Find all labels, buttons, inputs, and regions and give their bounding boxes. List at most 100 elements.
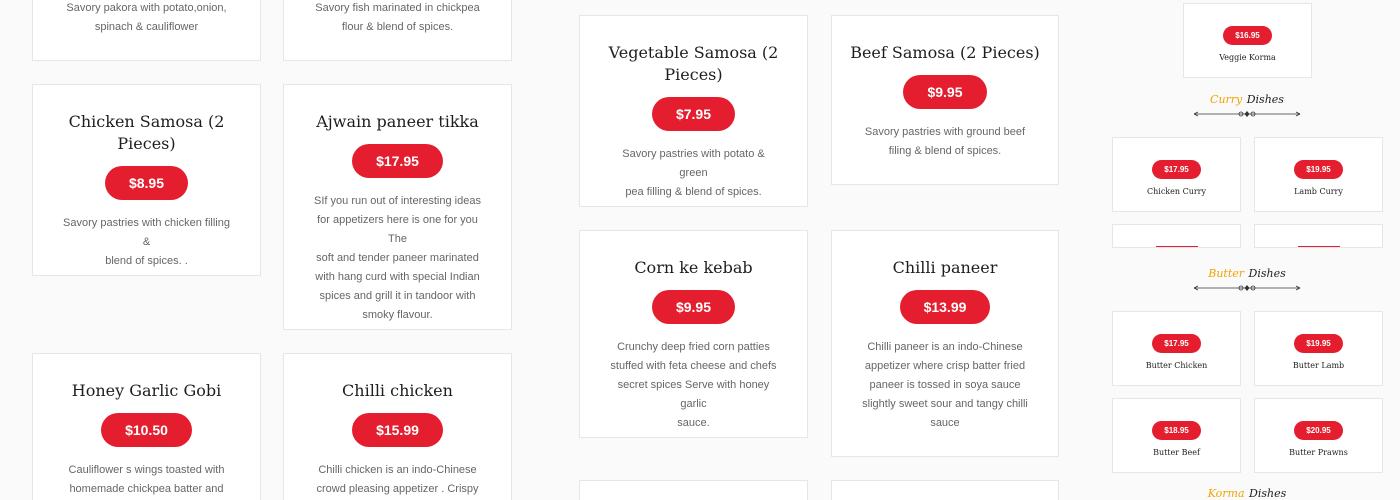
heading-word: Dishes (1249, 487, 1287, 500)
price-button[interactable]: $13.99 (899, 290, 991, 324)
item-title: Chilli chicken (284, 380, 511, 402)
title-line: Chicken Samosa (2 (68, 112, 225, 131)
item-name: Lamb Curry (1294, 187, 1343, 196)
item-title: Corn ke kebab (580, 257, 807, 279)
price-button[interactable]: $17.95 (1152, 334, 1201, 353)
menu-tile-chicken-curry: $17.95 Chicken Curry (1112, 137, 1241, 212)
menu-tile-butter-lamb: $19.95 Butter Lamb (1254, 311, 1383, 386)
item-description: Savory pastries with potato & green pea … (580, 145, 807, 202)
item-description: Savory fish marinated in chickpea flour … (284, 0, 511, 37)
desc-line: SIf you run out of interesting ideas (314, 195, 481, 207)
price-button[interactable]: $10.50 (101, 413, 192, 447)
title-line: Pieces) (117, 134, 176, 153)
desc-line: spinach & cauliflower (94, 21, 199, 33)
desc-line: Cauliflower s wings toasted with (68, 464, 225, 476)
menu-tile-butter-chicken: $17.95 Butter Chicken (1112, 311, 1241, 386)
item-title: Chilli paneer (832, 257, 1058, 279)
price-button[interactable]: $7.95 (651, 97, 736, 131)
price-button[interactable]: $18.95 (1152, 421, 1201, 440)
title-line: Chilli paneer (892, 258, 998, 277)
price-button[interactable]: $20.95 (1294, 421, 1343, 440)
menu-tile-butter-beef: $18.95 Butter Beef (1112, 398, 1241, 473)
item-description: Cauliflower s wings toasted with homemad… (33, 461, 260, 499)
item-description: SIf you run out of interesting ideas for… (284, 192, 511, 325)
title-line: Pieces) (664, 65, 723, 84)
section-heading-curry-dishes: Curry Dishes (1112, 90, 1382, 108)
desc-line: Savory pastries with potato & green (622, 148, 765, 179)
desc-line: homemade chickpea batter and (69, 483, 224, 495)
item-name: Butter Beef (1153, 448, 1200, 457)
desc-line: sauce. (677, 417, 710, 429)
item-description: Savory pastries with ground beef filing … (832, 123, 1058, 161)
desc-line: Savory pastries with chicken filling & (63, 217, 230, 248)
item-title: Chicken Samosa (2 Pieces) (33, 111, 260, 155)
desc-line: Chilli paneer is an indo-Chinese (867, 341, 1023, 353)
desc-line: blend of spices. . (105, 255, 188, 267)
menu-card-veg-pakora: Savory pakora with potato,onion, spinach… (32, 0, 261, 61)
menu-card-fish-pakora: Savory fish marinated in chickpea flour … (283, 0, 512, 61)
item-name: Butter Prawns (1289, 448, 1348, 457)
heading-word: Dishes (1246, 93, 1284, 106)
desc-line: flour & blend of spices. (341, 21, 454, 33)
price-button[interactable]: $17.95 (352, 144, 443, 178)
desc-line: for appetizers here is one for you The (317, 214, 478, 245)
price-button[interactable]: $17.95 (1152, 160, 1201, 179)
item-title: Vegetable Samosa (2 Pieces) (580, 42, 807, 86)
section-heading-butter-dishes: Butter Dishes (1112, 264, 1382, 282)
desc-line: smoky flavour. (362, 309, 433, 321)
menu-card-corn-ke-kebab: Corn ke kebab $9.95 Crunchy deep fried c… (579, 230, 808, 438)
item-description: Crunchy deep fried corn patties stuffed … (580, 338, 807, 433)
title-line: Ajwain paneer tikka (316, 112, 479, 131)
item-description: Savory pakora with potato,onion, spinach… (33, 0, 260, 37)
menu-tile-partial (1254, 224, 1383, 248)
heading-word: Dishes (1248, 267, 1286, 280)
desc-line: appetizer where crisp batter fried (864, 360, 1026, 372)
price-button[interactable]: $19.95 (1294, 334, 1343, 353)
desc-line: with hang curd with special Indian (315, 271, 480, 283)
menu-tile-partial (1112, 224, 1241, 248)
desc-line: filing & blend of spices. (888, 145, 1002, 157)
menu-tile-lamb-curry: $19.95 Lamb Curry (1254, 137, 1383, 212)
menu-card-next-right (831, 480, 1059, 500)
desc-line: stuffed with feta cheese and chefs (610, 360, 777, 372)
desc-line: Chilli chicken is an indo-Chinese (318, 464, 477, 476)
price-button[interactable]: $9.95 (651, 290, 736, 324)
item-description: Chilli chicken is an indo-Chinese crowd … (284, 461, 511, 499)
price-button[interactable]: $15.99 (352, 413, 443, 447)
desc-line: secret spices Serve with honey garlic (617, 379, 770, 410)
title-line: Corn ke kebab (634, 258, 753, 277)
menu-card-honey-garlic-gobi: Honey Garlic Gobi $10.50 Cauliflower s w… (32, 353, 261, 500)
desc-line: Crunchy deep fried corn patties (617, 341, 770, 353)
ornament-divider-icon (1192, 283, 1302, 293)
price-button[interactable]: $16.95 (1223, 26, 1272, 45)
item-description: Chilli paneer is an indo-Chinese appetiz… (832, 338, 1058, 433)
menu-card-chilli-chicken: Chilli chicken $15.99 Chilli chicken is … (283, 353, 512, 500)
item-name: Butter Chicken (1145, 361, 1208, 370)
desc-line: sauce (930, 417, 960, 429)
heading-accent-word: Curry (1210, 93, 1243, 106)
heading-accent-word: Butter (1208, 267, 1245, 280)
item-name: Butter Lamb (1292, 361, 1345, 370)
title-line: Chilli chicken (342, 381, 453, 400)
heading-accent-word: Korma (1207, 487, 1245, 500)
price-button[interactable]: $19.95 (1294, 160, 1343, 179)
menu-tile-veggie-korma: $16.95 Veggie Korma (1183, 3, 1312, 78)
desc-line: Savory pastries with ground beef (864, 126, 1026, 138)
title-line: Beef Samosa (2 Pieces) (850, 43, 1040, 62)
menu-card-ajwain-paneer-tikka: Ajwain paneer tikka $17.95 SIf you run o… (283, 84, 512, 330)
desc-line: pea filling & blend of spices. (625, 186, 762, 198)
menu-card-next-left (579, 480, 808, 500)
desc-line: soft and tender paneer marinated (316, 252, 479, 264)
menu-card-vegetable-samosa: Vegetable Samosa (2 Pieces) $7.95 Savory… (579, 15, 808, 207)
desc-line: paneer is tossed in soya sauce (869, 379, 1021, 391)
menu-tile-butter-prawns: $20.95 Butter Prawns (1254, 398, 1383, 473)
price-button[interactable]: $9.95 (903, 75, 987, 109)
menu-card-beef-samosa: Beef Samosa (2 Pieces) $9.95 Savory past… (831, 15, 1059, 185)
section-heading-korma-dishes: Korma Dishes (1112, 484, 1382, 500)
desc-line: spices and grill it in tandoor with (319, 290, 476, 302)
menu-card-chilli-paneer: Chilli paneer $13.99 Chilli paneer is an… (831, 230, 1059, 457)
title-line: Vegetable Samosa (2 (608, 43, 779, 62)
title-line: Honey Garlic Gobi (71, 381, 222, 400)
price-button[interactable]: $8.95 (104, 166, 189, 200)
price-button-edge (1297, 246, 1340, 247)
